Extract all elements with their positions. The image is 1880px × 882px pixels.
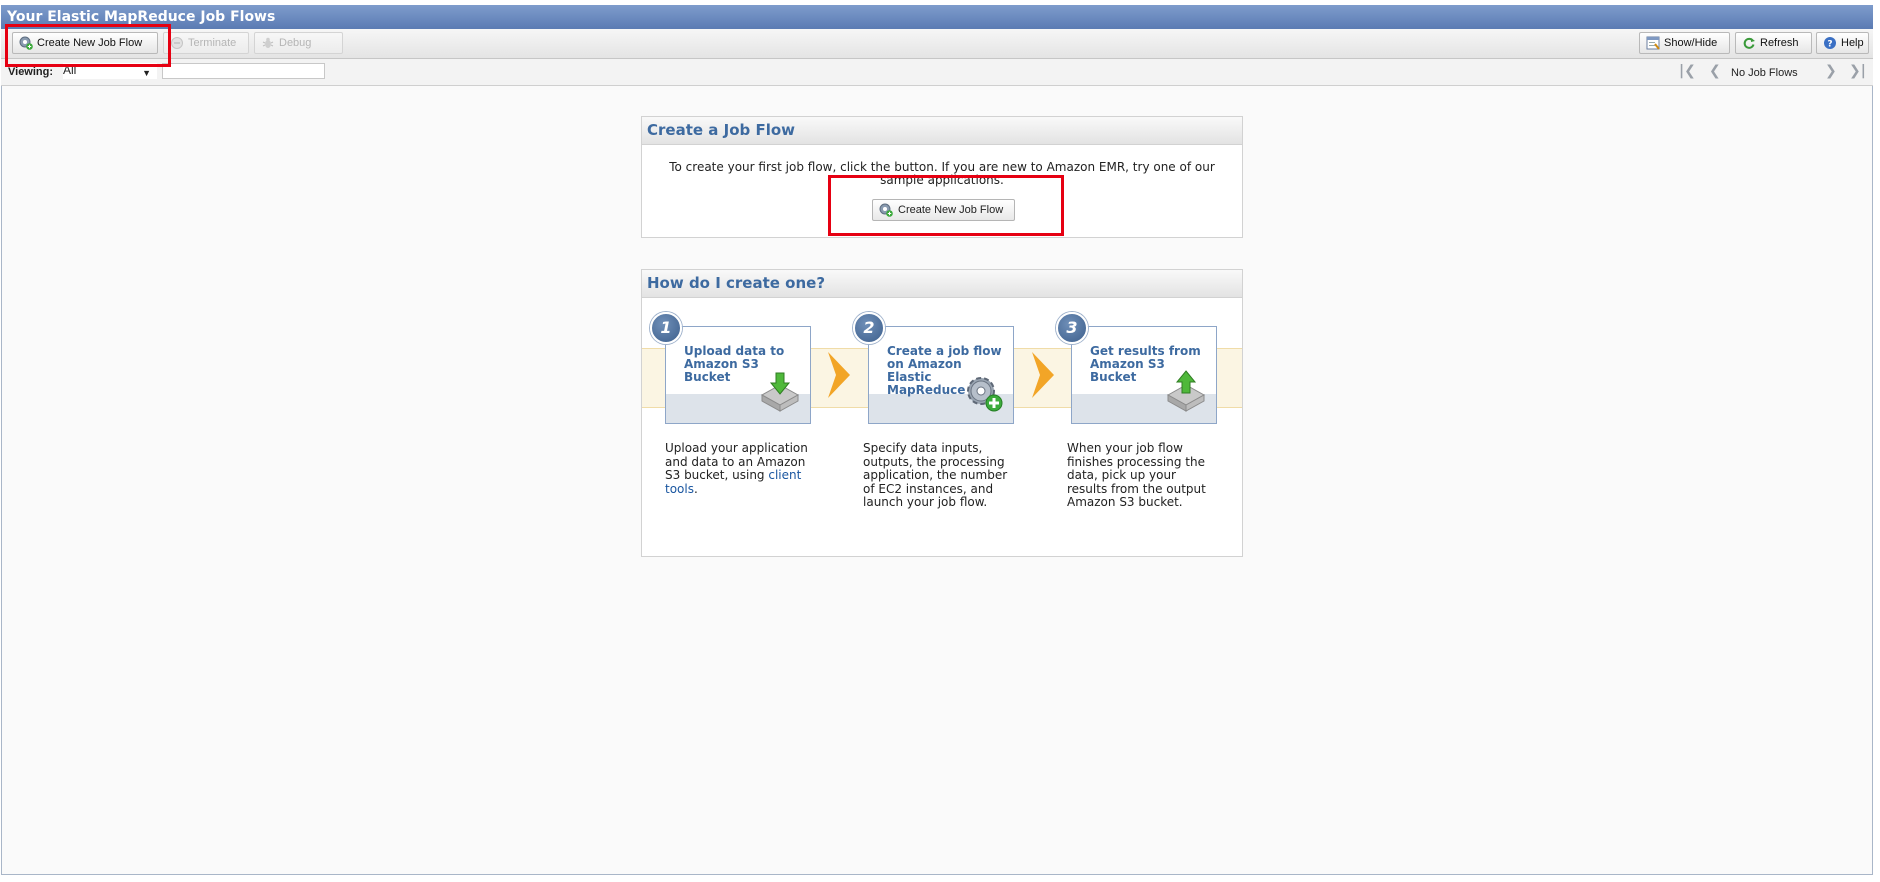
bug-icon (262, 37, 274, 48)
columns-icon (1646, 36, 1660, 50)
help-label: Help (1841, 37, 1864, 49)
last-page-icon[interactable]: ❯| (1849, 63, 1866, 79)
refresh-button[interactable]: Refresh (1735, 32, 1812, 54)
step-3-description: When your job flow finishes processing t… (1067, 441, 1206, 509)
show-hide-label: Show/Hide (1664, 37, 1718, 49)
pager: |❮ ❮ No Job Flows ❯ ❯| (1673, 59, 1873, 86)
step-2-number: 2 (853, 312, 885, 344)
next-page-icon[interactable]: ❯ (1825, 63, 1837, 79)
svg-text:?: ? (1827, 40, 1832, 50)
toolbar: Create New Job Flow Terminate Debug Show… (1, 29, 1873, 59)
refresh-label: Refresh (1760, 37, 1799, 49)
create-panel-title: Create a Job Flow (642, 117, 1242, 145)
chevron-right-icon (1032, 352, 1054, 398)
first-page-icon[interactable]: |❮ (1679, 63, 1696, 79)
terminate-icon (171, 37, 183, 49)
gear-add-icon (967, 377, 1003, 412)
download-tray-icon (1166, 370, 1206, 412)
how-to-panel: How do I create one? Upload data to Amaz… (641, 269, 1243, 557)
filter-search-input[interactable] (162, 63, 325, 79)
how-to-title: How do I create one? (642, 270, 1242, 298)
help-icon: ? (1824, 37, 1836, 50)
refresh-icon (1743, 37, 1755, 49)
highlight-box-toolbar-create (5, 24, 171, 67)
prev-page-icon[interactable]: ❮ (1709, 63, 1721, 79)
terminate-label: Terminate (188, 37, 237, 49)
step-3-number: 3 (1056, 312, 1088, 344)
filter-bar: Viewing: All ▼ |❮ ❮ No Job Flows ❯ ❯| (1, 59, 1873, 86)
terminate-button[interactable]: Terminate (163, 32, 249, 54)
chevron-right-icon (828, 352, 850, 398)
chevron-down-icon: ▼ (142, 68, 151, 78)
step-2-description: Specify data inputs, outputs, the proces… (863, 441, 1008, 509)
step-1-desc-end: . (693, 481, 698, 496)
highlight-box-panel-create (828, 175, 1064, 236)
step-2-card: Create a job flow on Amazon Elastic MapR… (868, 326, 1014, 424)
step-3-card: Get results from Amazon S3 Bucket (1071, 326, 1217, 424)
help-button[interactable]: ? Help (1816, 32, 1869, 54)
debug-label: Debug (279, 37, 312, 49)
step-1-number: 1 (650, 312, 682, 344)
upload-tray-icon (760, 372, 800, 412)
window-title: Your Elastic MapReduce Job Flows (1, 5, 1873, 29)
pager-status: No Job Flows (1731, 67, 1798, 79)
step-1-description: Upload your application and data to an A… (665, 441, 815, 496)
debug-button[interactable]: Debug (254, 32, 343, 54)
step-1-card: Upload data to Amazon S3 Bucket (665, 326, 811, 424)
show-hide-button[interactable]: Show/Hide (1639, 32, 1730, 54)
viewing-label: Viewing: (8, 66, 54, 78)
